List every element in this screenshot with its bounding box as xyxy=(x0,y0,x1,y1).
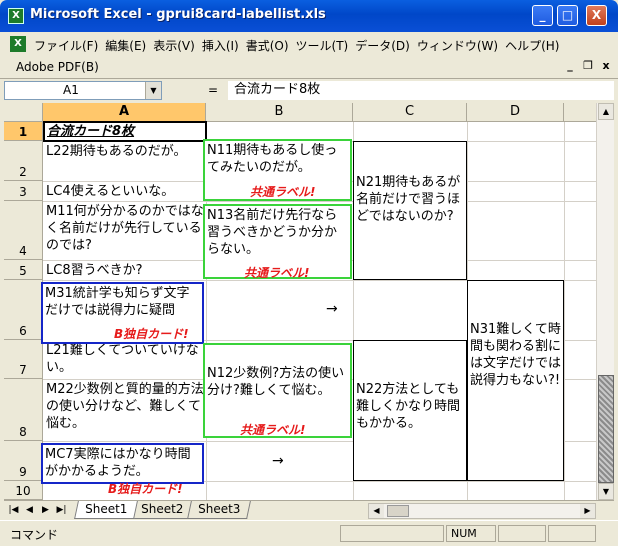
horizontal-scroll-thumb[interactable] xyxy=(387,505,409,517)
scroll-right-icon[interactable]: ▶ xyxy=(580,504,595,518)
status-mode: コマンド xyxy=(10,528,59,542)
column-header-c[interactable]: C xyxy=(353,103,467,122)
name-box-value: A1 xyxy=(63,83,79,97)
tab-sheet2[interactable]: Sheet2 xyxy=(130,501,195,519)
b-own-card-label-a9: B独自カード! xyxy=(108,482,183,496)
scroll-left-icon[interactable]: ◀ xyxy=(369,504,384,518)
row-header-1[interactable]: 1 xyxy=(4,122,43,141)
cell-b4: N13名前だけ先行なら習うべきかどうか分からない。 xyxy=(207,208,338,257)
menu-bar-second-row: Adobe PDF(B) _ ❐ x xyxy=(0,56,618,78)
name-box-dropdown-icon[interactable]: ▼ xyxy=(145,82,161,99)
row-header-7[interactable]: 7 xyxy=(4,340,43,379)
merged-cell-c2[interactable]: N21期待もあるが名前だけで習うほどではないのか? xyxy=(353,141,467,280)
common-label-b7: 共通ラベル! xyxy=(240,423,306,437)
workbook-minimize-button[interactable]: _ xyxy=(562,59,578,74)
common-label-b2: 共通ラベル! xyxy=(250,185,316,199)
name-box[interactable]: A1 ▼ xyxy=(4,81,162,100)
menu-bar: X ファイル(F) 編集(E) 表示(V) 挿入(I) 書式(O) ツール(T) データ(D… xyxy=(0,32,618,56)
arrow-row9: → xyxy=(272,453,284,469)
status-panel xyxy=(548,525,596,542)
menu-item-7[interactable]: ウィンドウ(W) xyxy=(417,37,498,54)
window-title: Microsoft Excel - gprui8card-labellist.x… xyxy=(30,7,326,22)
status-panel xyxy=(498,525,546,542)
cell-a1[interactable]: 合流カード8枚 xyxy=(47,123,205,140)
cell-a8[interactable]: M22少数例と質的量的方法の使い分けなど、難しくて悩む。 xyxy=(46,381,204,439)
common-label-b4: 共通ラベル! xyxy=(244,266,310,280)
menu-item-6[interactable]: データ(D) xyxy=(355,37,410,54)
menu-item-5[interactable]: ツール(T) xyxy=(296,37,349,54)
b-own-card-label-a6: B独自カード! xyxy=(114,327,189,341)
excel-app-icon[interactable]: X xyxy=(8,8,24,24)
workbook-window-controls: _ ❐ x xyxy=(562,59,614,74)
cell-a4[interactable]: M11何が分かるのかではなく名前だけが先行しているのでは? xyxy=(46,203,204,260)
workbook-close-button[interactable]: x xyxy=(598,59,614,74)
workbook-icon[interactable]: X xyxy=(10,36,26,52)
first-sheet-icon[interactable]: |◀ xyxy=(6,503,21,518)
scroll-up-icon[interactable]: ▲ xyxy=(598,103,614,120)
menu-item-0[interactable]: ファイル(F) xyxy=(34,37,98,54)
select-all-corner[interactable] xyxy=(4,103,43,122)
cell-a9: MC7実際にはかなり時間がかかるようだ。 xyxy=(45,447,191,479)
vertical-scrollbar[interactable]: ▲ ▼ xyxy=(596,103,614,500)
horizontal-scrollbar[interactable]: ◀ ▶ xyxy=(368,503,596,519)
sheet-tab-bar: |◀ ◀ ▶ ▶| Sheet1 Sheet2 Sheet3 ◀ ▶ xyxy=(4,500,614,520)
worksheet-grid[interactable]: A B C D 1 2 3 4 5 6 7 8 9 10 合流カード8枚 L22… xyxy=(4,103,596,500)
workbook-restore-button[interactable]: ❐ xyxy=(580,59,596,74)
menu-adobe-pdf[interactable]: Adobe PDF(B) xyxy=(16,60,99,74)
menu-item-1[interactable]: 編集(E) xyxy=(105,37,146,54)
merged-cell-c7[interactable]: N22方法としても難しくかなり時間もかかる。 xyxy=(353,340,467,481)
row-header-10[interactable]: 10 xyxy=(4,481,43,500)
status-bar: コマンド NUM xyxy=(0,520,618,546)
row-header-6[interactable]: 6 xyxy=(4,280,43,340)
column-header-a[interactable]: A xyxy=(43,103,206,122)
arrow-row6: → xyxy=(326,301,338,317)
tab-sheet1[interactable]: Sheet1 xyxy=(74,501,139,519)
menu-item-2[interactable]: 表示(V) xyxy=(153,37,195,54)
maximize-button[interactable]: □ xyxy=(557,5,578,26)
b-own-card-box-a9[interactable]: MC7実際にはかなり時間がかかるようだ。 xyxy=(41,443,204,484)
cell-c7: N22方法としても難しくかなり時間もかかる。 xyxy=(356,382,461,431)
menu-items: ファイル(F) 編集(E) 表示(V) 挿入(I) 書式(O) ツール(T) データ(D) ウ… xyxy=(34,37,559,54)
cell-d6: N31難しくて時間も関わる割には文字だけでは説得力もない?! xyxy=(470,322,562,388)
formula-equals-sign: = xyxy=(208,83,219,97)
close-button[interactable]: X xyxy=(586,5,607,26)
merged-cell-d6[interactable]: N31難しくて時間も関わる割には文字だけでは説得力もない?! xyxy=(467,280,564,481)
menu-item-4[interactable]: 書式(O) xyxy=(246,37,289,54)
cell-b7: N12少数例?方法の使い分け?難しくて悩む。 xyxy=(207,366,345,398)
tab-sheet3[interactable]: Sheet3 xyxy=(186,501,251,519)
menu-item-8[interactable]: ヘルプ(H) xyxy=(505,37,559,54)
cell-a3[interactable]: LC4使えるといいな。 xyxy=(46,183,204,200)
last-sheet-icon[interactable]: ▶| xyxy=(54,503,69,518)
sheet-tabs: Sheet1 Sheet2 Sheet3 xyxy=(74,501,251,519)
status-num-lock: NUM xyxy=(446,525,496,542)
row-header-8[interactable]: 8 xyxy=(4,379,43,441)
formula-input[interactable]: 合流カード8枚 xyxy=(228,81,614,100)
cell-a2[interactable]: L22期待もあるのだが。 xyxy=(46,143,204,181)
row-header-9[interactable]: 9 xyxy=(4,441,43,481)
tab-navigation: |◀ ◀ ▶ ▶| xyxy=(6,503,69,518)
row-header-4[interactable]: 4 xyxy=(4,201,43,260)
column-header-e[interactable] xyxy=(564,103,596,122)
row-header-2[interactable]: 2 xyxy=(4,141,43,181)
minimize-button[interactable]: _ xyxy=(532,5,553,26)
scroll-down-icon[interactable]: ▼ xyxy=(598,483,614,500)
column-header-b[interactable]: B xyxy=(206,103,353,122)
cell-a5[interactable]: LC8習うべきか? xyxy=(46,262,204,279)
cell-a7[interactable]: L21難しくてついていけない。 xyxy=(46,342,204,379)
vertical-scroll-thumb[interactable] xyxy=(598,375,614,483)
cell-b2: N11期待もあるし使ってみたいのだが。 xyxy=(207,143,338,175)
title-bar: X Microsoft Excel - gprui8card-labellist… xyxy=(0,0,618,32)
status-panel xyxy=(340,525,444,542)
prev-sheet-icon[interactable]: ◀ xyxy=(22,503,37,518)
formula-bar: A1 ▼ = 合流カード8枚 xyxy=(0,78,618,102)
row-header-5[interactable]: 5 xyxy=(4,260,43,280)
cell-c2: N21期待もあるが名前だけで習うほどではないのか? xyxy=(356,175,461,224)
cell-a6: M31統計学も知らず文字だけでは説得力に疑問 xyxy=(45,286,190,318)
row-header-3[interactable]: 3 xyxy=(4,181,43,201)
column-header-d[interactable]: D xyxy=(467,103,564,122)
menu-item-3[interactable]: 挿入(I) xyxy=(202,37,239,54)
next-sheet-icon[interactable]: ▶ xyxy=(38,503,53,518)
